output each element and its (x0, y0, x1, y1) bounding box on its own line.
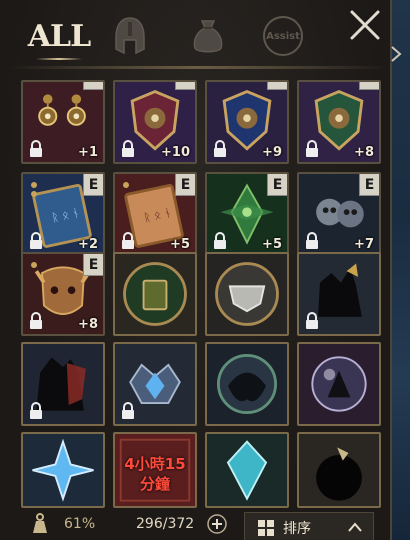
ice-star-icon (23, 434, 103, 506)
bag-icon (193, 20, 223, 53)
inventory-slot[interactable]: ᚱ ᛟ ᚾ E +2 (21, 172, 105, 256)
enhance-level: +8 (78, 317, 98, 332)
tab-consumables[interactable] (186, 10, 230, 62)
inventory-slot[interactable]: E +8 (21, 252, 105, 336)
inventory-slot[interactable] (21, 432, 105, 508)
star-dots (31, 262, 37, 271)
inventory-slot[interactable]: E +5 (205, 172, 289, 256)
tab-assist[interactable]: Assist (258, 10, 308, 62)
tab-equipment[interactable] (108, 10, 152, 62)
enhance-level: +8 (354, 145, 374, 160)
inventory-slot[interactable]: E +7 (297, 172, 381, 256)
tab-all[interactable]: ALL (28, 10, 91, 62)
inventory-slot[interactable]: ᚱ ᛟ ᚾ E +5 (113, 172, 197, 256)
grade-badge (175, 82, 195, 90)
grid-icon (258, 520, 274, 536)
grade-badge (83, 82, 103, 90)
expand-slots-button[interactable] (206, 508, 228, 540)
enhance-level: +7 (354, 237, 374, 252)
plus-icon (207, 514, 227, 534)
inventory-slot[interactable]: +9 (205, 80, 289, 164)
inventory-slot[interactable] (297, 342, 381, 426)
lock-icon (214, 232, 226, 249)
chevron-up-icon (348, 522, 362, 532)
star-dots (123, 182, 129, 191)
lock-icon (122, 232, 134, 249)
lock-icon (30, 312, 42, 329)
enhance-level: +5 (170, 237, 190, 252)
cooldown-timer-line2: 分鐘 (139, 475, 170, 493)
grade-badge: E (83, 174, 103, 196)
assist-icon: Assist (263, 16, 303, 56)
lock-icon (306, 140, 318, 157)
sort-button[interactable]: 排序 (244, 512, 374, 540)
cooldown-timer-line1: 4小時15 (124, 455, 186, 473)
star-dots (31, 182, 37, 200)
crystal-ball-icon (299, 344, 379, 424)
inventory-slot[interactable] (113, 252, 197, 336)
header-divider (8, 66, 388, 69)
grade-badge: E (83, 254, 103, 276)
teal-gem-icon (207, 434, 287, 506)
chevron-right-icon[interactable] (389, 44, 403, 64)
inventory-slot[interactable] (205, 432, 289, 508)
inventory-slot[interactable]: 4小時15 分鐘 (113, 432, 197, 508)
inventory-slot[interactable] (21, 342, 105, 426)
enhance-level: +9 (262, 145, 282, 160)
category-tabs: ALL Assist (18, 10, 358, 64)
lock-icon (214, 140, 226, 157)
inventory-slot[interactable] (113, 342, 197, 426)
inventory-slot[interactable]: +10 (113, 80, 197, 164)
grade-badge (267, 82, 287, 90)
inventory-slot[interactable] (297, 432, 381, 508)
lock-icon (30, 232, 42, 249)
cooldown-timer: 4小時15 分鐘 (115, 454, 195, 494)
lock-icon (30, 140, 42, 157)
lock-icon (30, 402, 42, 419)
lock-icon (122, 402, 134, 419)
weight-percent: 61% (64, 516, 96, 532)
close-icon[interactable] (348, 8, 382, 42)
enhance-level: +10 (161, 145, 190, 160)
weight-icon (30, 508, 50, 540)
inventory-slot[interactable] (297, 252, 381, 336)
lock-icon (122, 140, 134, 157)
dark-spirit-icon (207, 344, 287, 424)
enhance-level: +5 (262, 237, 282, 252)
inventory-panel: ALL Assist +1 +10 +9 +8 ᚱ ᛟ ᚾ E +2 ᚱ ᛟ ᚾ… (0, 0, 392, 540)
grade-badge: E (359, 174, 379, 196)
grade-badge: E (267, 174, 287, 196)
inventory-slot[interactable] (205, 342, 289, 426)
wing-badge-icon (207, 254, 287, 334)
assist-label: Assist (266, 30, 300, 42)
inventory-slot[interactable]: +8 (297, 80, 381, 164)
black-orb-icon (299, 434, 379, 506)
sort-label: 排序 (283, 521, 311, 537)
enhance-level: +2 (78, 237, 98, 252)
inventory-footer: 61% 296/372 排序 (0, 508, 392, 540)
lock-icon (306, 312, 318, 329)
helmet-icon (115, 17, 145, 55)
inventory-slot[interactable] (205, 252, 289, 336)
enhance-level: +1 (78, 145, 98, 160)
inventory-slot[interactable]: +1 (21, 80, 105, 164)
grade-badge (359, 82, 379, 90)
card-orb-icon (115, 254, 195, 334)
slot-count: 296/372 (136, 516, 195, 532)
grade-badge: E (175, 174, 195, 196)
lock-icon (306, 232, 318, 249)
